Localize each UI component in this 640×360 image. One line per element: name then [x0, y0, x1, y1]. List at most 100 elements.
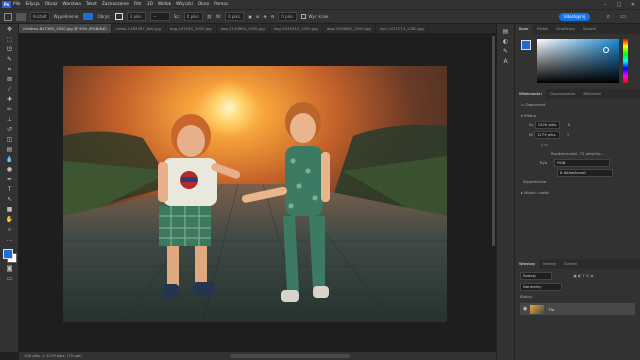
mode-select[interactable]: RGB	[554, 159, 611, 167]
blur-tool-icon[interactable]: 💧	[5, 156, 14, 164]
menu-layer[interactable]: Warstwa	[62, 2, 80, 7]
width-field[interactable]: 0 piks.	[183, 12, 203, 21]
eraser-icon[interactable]: ◫	[5, 136, 14, 144]
fill-swatch[interactable]	[83, 13, 94, 20]
gradient-tool-icon[interactable]: ▤	[5, 146, 14, 154]
blend-mode-select[interactable]: Normalny	[520, 283, 562, 291]
tab-dog-2[interactable]: dog-2130694_1920.jpg	[217, 24, 270, 33]
text-panel-icon[interactable]: A	[501, 58, 510, 66]
tab-dog-4[interactable]: dog-3449881_1920.jpg	[323, 24, 376, 33]
search-icon[interactable]: ⌕	[607, 13, 610, 21]
menu-file[interactable]: Plik	[13, 2, 20, 7]
height-field[interactable]: 0 piks.	[225, 12, 245, 21]
document-image[interactable]	[63, 66, 447, 322]
maximize-button[interactable]: □	[612, 2, 626, 8]
menu-image[interactable]: Obraz	[45, 2, 58, 7]
hand-tool-icon[interactable]: ✋	[5, 216, 14, 224]
zoom-tool-icon[interactable]: ⌕	[5, 226, 14, 234]
menu-window[interactable]: Okno	[198, 2, 209, 7]
crop-tool-icon[interactable]: ⌗	[5, 66, 14, 74]
align-edges-checkbox[interactable]	[301, 14, 307, 19]
radius-field[interactable]: 0 piks.	[278, 12, 298, 21]
layer-kind-select[interactable]: Rodzaj	[520, 272, 552, 280]
path-align-icon[interactable]: ⊞	[256, 14, 259, 19]
tool-preset-icon[interactable]	[16, 12, 26, 21]
foreground-color-swatch[interactable]	[3, 249, 13, 259]
menu-view[interactable]: Widok	[158, 2, 171, 7]
bit-depth-select[interactable]: 8 bitów/kanał	[557, 169, 613, 177]
stamp-tool-icon[interactable]: ⊥	[5, 116, 14, 124]
tab-children[interactable]: children-817365_1920.jpg @ 50% (RGB/8#)	[19, 24, 112, 33]
tab-properties[interactable]: Właściwości	[515, 89, 546, 99]
color-field[interactable]	[537, 39, 619, 83]
menu-filter[interactable]: Filtr	[134, 2, 142, 7]
path-select-icon[interactable]: ↖	[5, 196, 14, 204]
tab-swatches[interactable]: Próbki	[533, 24, 553, 34]
tab-dog-1[interactable]: dog-247440_1920.jpg	[166, 24, 217, 33]
quick-select-icon[interactable]: ✎	[5, 56, 14, 64]
menu-edit[interactable]: Edycja	[25, 2, 39, 7]
move-tool-icon[interactable]: ✥	[5, 26, 14, 34]
layer-row-background[interactable]: ◉ Tło	[520, 303, 635, 315]
minimize-button[interactable]: –	[598, 2, 612, 8]
close-button[interactable]: ✕	[626, 2, 640, 8]
brush-panel-icon[interactable]: ✎	[501, 48, 510, 56]
tab-channels[interactable]: Kanały	[539, 259, 560, 269]
type-tool-icon[interactable]: T	[5, 186, 14, 194]
stroke-swatch[interactable]	[114, 13, 123, 20]
visibility-eye-icon[interactable]: ◉	[523, 306, 527, 312]
arrange-icon[interactable]: ✥	[263, 14, 266, 19]
frame-tool-icon[interactable]: ⊠	[5, 76, 14, 84]
gear-icon[interactable]: ⚙	[271, 14, 275, 19]
tab-libraries[interactable]: Biblioteki	[579, 89, 605, 99]
pen-tool-icon[interactable]: ✒	[5, 176, 14, 184]
color-picker-cursor[interactable]	[603, 47, 609, 53]
menu-type[interactable]: Tekst	[86, 2, 97, 7]
screen-mode-icon[interactable]: ▭	[5, 275, 14, 283]
menu-help[interactable]: Pomoc	[214, 2, 228, 7]
tab-paths[interactable]: Ścieżki	[560, 259, 581, 269]
canvas-section-header[interactable]: ▾ Płótno	[521, 113, 634, 118]
workspace-icon[interactable]: ▭	[620, 13, 626, 20]
rectangle-tool-icon[interactable]: ■	[5, 206, 14, 214]
landscape-icon[interactable]: ▭	[544, 142, 548, 147]
hue-slider[interactable]	[623, 39, 628, 83]
dodge-tool-icon[interactable]: ●	[5, 166, 14, 174]
share-button[interactable]: Udostępnij	[558, 13, 590, 21]
shape-mode-select[interactable]: Kształt	[30, 12, 50, 21]
tab-chess[interactable]: chess-1483387_640.jpg	[112, 24, 166, 33]
canvas-height-field[interactable]: 1279 piks.	[533, 131, 560, 139]
filter-icons[interactable]: ▣ ◐ T ⊡ ◈	[573, 273, 593, 278]
brush-tool-icon[interactable]: ✏	[5, 106, 14, 114]
home-icon[interactable]	[4, 12, 12, 21]
more-tools-icon[interactable]: …	[5, 236, 14, 244]
path-ops-icon[interactable]: ▣	[248, 14, 252, 19]
tab-color[interactable]: Kolor	[515, 24, 533, 34]
vertical-scrollbar[interactable]	[492, 36, 495, 246]
stroke-type-select[interactable]: —	[149, 12, 170, 21]
marquee-tool-icon[interactable]: ⬚	[5, 36, 14, 44]
history-brush-icon[interactable]: ↺	[5, 126, 14, 134]
quick-mask-icon[interactable]: ◙	[5, 265, 14, 273]
tab-adjustments[interactable]: Dopasowania	[546, 89, 580, 99]
panel-fg-swatch[interactable]	[521, 40, 531, 50]
stroke-width-field[interactable]: 3 piks.	[126, 12, 146, 21]
rulers-section-header[interactable]: ▸ Miarki i siatki	[521, 190, 634, 195]
menu-3d[interactable]: 3D	[147, 2, 153, 7]
tab-layers[interactable]: Warstwy	[515, 259, 540, 269]
color-swatches[interactable]	[0, 247, 19, 263]
eyedropper-icon[interactable]: ⁄	[5, 86, 14, 94]
lasso-tool-icon[interactable]: ᘎ	[5, 46, 14, 54]
healing-brush-icon[interactable]: ✚	[5, 96, 14, 104]
canvas-width-field[interactable]: 1920 piks.	[534, 121, 561, 129]
tab-patterns[interactable]: Wzorki	[579, 24, 600, 34]
tab-dog-3[interactable]: dog-3249344_1920.jpg	[270, 24, 323, 33]
horizontal-scrollbar[interactable]	[230, 354, 350, 358]
history-panel-icon[interactable]: ▤	[501, 28, 510, 36]
adjust-panel-icon[interactable]: ◐	[501, 38, 510, 46]
menu-plugins[interactable]: Wtyczki	[176, 2, 193, 7]
link-icon[interactable]: ⛓	[207, 14, 212, 19]
tab-gradients[interactable]: Gradienty	[552, 24, 579, 34]
menu-select[interactable]: Zaznaczenie	[102, 2, 129, 7]
tab-eye[interactable]: eye-1471273_1280.jpg	[376, 24, 429, 33]
